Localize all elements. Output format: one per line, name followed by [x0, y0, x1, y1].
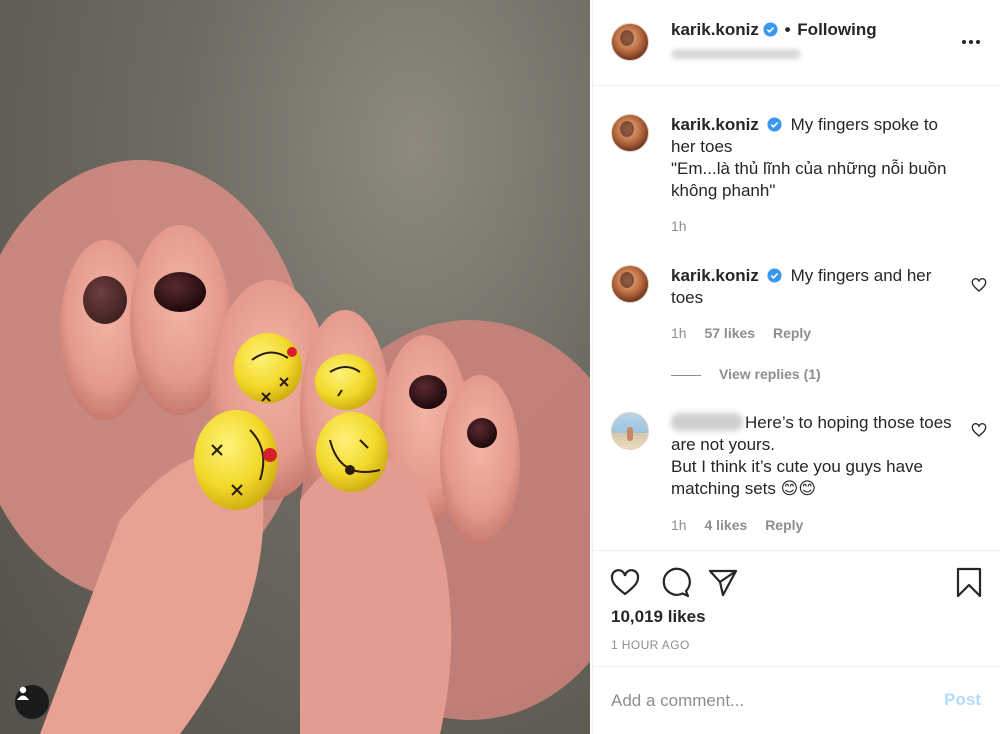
header-username[interactable]: karik.koniz: [671, 20, 759, 39]
verified-badge-icon: [763, 22, 778, 37]
comment-text: karik.koniz My fingers spoke to her toes…: [671, 114, 961, 202]
view-replies-label: View replies (1): [719, 366, 821, 382]
comment-line: "Em...là thủ lĩnh của những nỗi buồn khô…: [671, 159, 947, 200]
view-replies-button[interactable]: View replies (1): [671, 366, 821, 382]
post-photo[interactable]: [0, 0, 590, 734]
comment-line: But I think it’s cute you guys have matc…: [671, 457, 923, 498]
comment-icon[interactable]: [659, 566, 691, 598]
post-header: karik.koniz • Following: [593, 0, 1000, 86]
avatar[interactable]: [611, 23, 649, 61]
comment-username[interactable]: karik.koniz: [671, 115, 759, 134]
comment-meta: 1h: [671, 218, 701, 234]
share-icon[interactable]: [707, 566, 739, 598]
comment-text: karik.koniz My fingers and her toes: [671, 265, 961, 309]
user-tag-button[interactable]: [15, 685, 49, 719]
user-tag-icon: [17, 686, 29, 700]
avatar[interactable]: [611, 412, 649, 450]
comment-likes[interactable]: 57 likes: [704, 325, 755, 341]
comment-likes[interactable]: 4 likes: [704, 517, 747, 533]
reply-button[interactable]: Reply: [773, 325, 811, 341]
bookmark-icon[interactable]: [953, 566, 985, 598]
comment-username[interactable]: karik.koniz: [671, 266, 759, 285]
toes-photo-illustration: [0, 160, 590, 734]
post-comment-button[interactable]: Post: [944, 690, 981, 710]
likes-count[interactable]: 10,019 likes: [611, 607, 706, 627]
heart-icon[interactable]: [971, 422, 987, 438]
post-timestamp[interactable]: 1 HOUR AGO: [611, 638, 690, 652]
redacted-username: [671, 413, 743, 431]
post-actions: 10,019 likes 1 HOUR AGO: [593, 550, 1000, 666]
verified-badge-icon: [767, 117, 782, 132]
avatar[interactable]: [611, 265, 649, 303]
follow-separator: •: [784, 20, 791, 39]
header-user-line: karik.koniz • Following: [671, 20, 877, 40]
add-comment-bar: Post: [593, 666, 1000, 734]
replies-divider: [671, 374, 701, 376]
comment-input[interactable]: [611, 687, 911, 715]
comment-time[interactable]: 1h: [671, 218, 687, 234]
comment-time[interactable]: 1h: [671, 325, 687, 341]
comments-list[interactable]: karik.koniz My fingers spoke to her toes…: [593, 87, 1000, 549]
comment-meta: 1h 57 likes Reply: [671, 325, 825, 341]
comment-meta: 1h 4 likes Reply: [671, 517, 817, 533]
more-options-icon[interactable]: [961, 32, 981, 52]
heart-icon[interactable]: [609, 566, 641, 598]
avatar[interactable]: [611, 114, 649, 152]
comment-time[interactable]: 1h: [671, 517, 687, 533]
heart-icon[interactable]: [971, 277, 987, 293]
verified-badge-icon: [767, 268, 782, 283]
location-redacted: [671, 46, 801, 64]
reply-button[interactable]: Reply: [765, 517, 803, 533]
post-side-panel: karik.koniz • Following karik.koniz My f…: [592, 0, 1000, 734]
following-button[interactable]: Following: [797, 20, 876, 39]
comment-text: Here’s to hoping those toes are not your…: [671, 412, 961, 500]
